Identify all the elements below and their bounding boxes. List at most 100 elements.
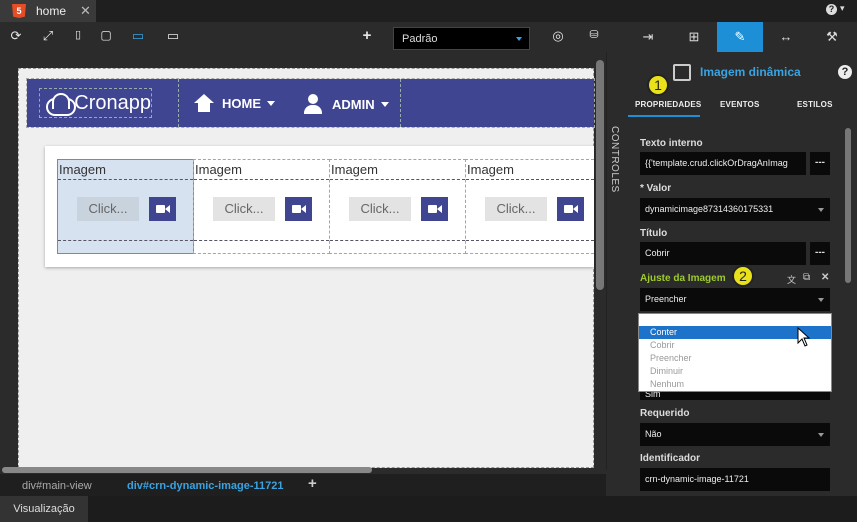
pencil-icon[interactable]: ✎ — [717, 22, 763, 52]
mouse-cursor-icon — [797, 327, 811, 347]
field-label: Texto interno — [640, 138, 703, 149]
annotation-marker-2: 2 — [732, 265, 754, 287]
dynamic-image-component[interactable]: Imagem Click... — [57, 159, 194, 254]
chevron-down-icon — [516, 37, 522, 41]
camera-button[interactable] — [557, 197, 584, 221]
video-camera-icon — [428, 205, 442, 213]
add-icon[interactable]: + — [359, 27, 375, 44]
requerido-value: Não — [645, 429, 662, 439]
editor-tab-bar — [0, 0, 857, 22]
chevron-down-icon — [818, 208, 824, 212]
desktop-icon[interactable]: ▭ — [130, 28, 146, 44]
close-tab-icon[interactable]: ✕ — [80, 3, 91, 19]
tab-home[interactable]: 5 home ✕ — [0, 0, 96, 22]
help-icon[interactable]: ? — [838, 65, 852, 79]
dynamic-image-component[interactable]: Imagem Click... — [329, 159, 466, 254]
exit-icon[interactable]: ⇥ — [625, 22, 671, 52]
caret-down-icon — [267, 100, 275, 106]
logo-text: Cronapp — [74, 91, 151, 114]
arrows-icon[interactable]: ↔ — [763, 22, 809, 52]
breadcrumb-item-active[interactable]: div#crn-dynamic-image-11721 — [127, 480, 284, 492]
database-icon[interactable]: ⛁ — [586, 28, 602, 41]
expand-icon[interactable]: ⤢ — [40, 28, 56, 44]
clear-icon[interactable]: ✕ — [821, 272, 829, 283]
field-label: Título — [640, 228, 668, 239]
field-label-ajuste: Ajuste da Imagem — [640, 273, 726, 284]
nav-home-label: HOME — [222, 95, 261, 111]
dropdown-option[interactable]: Diminuir — [639, 365, 831, 378]
monitor-icon[interactable]: ▭ — [165, 28, 181, 44]
video-camera-icon — [156, 205, 170, 213]
tab-events[interactable]: EVENTOS — [720, 100, 760, 109]
canvas-horizontal-scroll-thumb[interactable] — [2, 467, 372, 473]
active-tab-indicator — [628, 115, 700, 117]
camera-button[interactable] — [149, 197, 176, 221]
dynamic-image-component[interactable]: Imagem Click... — [465, 159, 594, 254]
nav-admin[interactable]: ADMIN — [304, 94, 389, 114]
image-title: Imagem — [331, 162, 378, 177]
mobile-icon[interactable]: ▯ — [70, 28, 86, 41]
component-title: Imagem dinâmica — [700, 65, 801, 79]
status-bar — [0, 496, 857, 522]
click-button[interactable]: Click... — [349, 197, 411, 221]
click-button[interactable]: Click... — [213, 197, 275, 221]
refresh-icon[interactable]: ⟳ — [8, 28, 24, 44]
annotation-marker-1: 1 — [647, 74, 669, 96]
translate-icon[interactable]: 文 — [787, 273, 796, 286]
ajuste-dropdown-list[interactable]: Conter Cobrir Preencher Diminuir Nenhum — [638, 313, 832, 392]
video-camera-icon — [564, 205, 578, 213]
tree-icon[interactable]: ⊞ — [671, 22, 717, 52]
valor-value: dynamicimage87314360175331 — [645, 204, 774, 214]
device-select-value: Padrão — [402, 33, 438, 45]
requerido-select[interactable]: Não — [640, 423, 830, 446]
breadcrumb-item[interactable]: div#main-view — [22, 480, 92, 492]
video-camera-icon — [292, 205, 306, 213]
ajuste-value: Preencher — [645, 294, 687, 304]
texto-interno-input[interactable]: {{'template.crud.clickOrDragAnImag — [640, 152, 806, 175]
titulo-input[interactable]: Cobrir — [640, 242, 806, 265]
field-label: Requerido — [640, 408, 690, 419]
eye-slash-icon[interactable]: ◎ — [550, 28, 566, 44]
chevron-down-icon[interactable]: ▾ — [840, 3, 845, 14]
add-icon[interactable]: + — [308, 475, 317, 492]
identificador-input[interactable]: crn-dynamic-image-11721 — [640, 468, 830, 491]
click-button[interactable]: Click... — [485, 197, 547, 221]
nav-admin-label: ADMIN — [332, 96, 375, 112]
controls-side-tab[interactable]: CONTROLES — [606, 52, 625, 470]
nav-divider — [400, 79, 401, 127]
nav-home[interactable]: HOME — [194, 94, 275, 112]
controls-side-tab-label: CONTROLES — [609, 126, 620, 193]
device-select[interactable]: Padrão — [393, 27, 530, 50]
tools-icon[interactable]: ⚒ — [809, 22, 855, 52]
camera-button[interactable] — [421, 197, 448, 221]
image-icon — [673, 64, 691, 81]
canvas-vertical-scroll-thumb[interactable] — [596, 60, 604, 290]
caret-down-icon — [380, 101, 389, 107]
expand-editor-button[interactable]: --- — [810, 242, 830, 265]
valor-select[interactable]: dynamicimage87314360175331 — [640, 198, 830, 221]
dropdown-option[interactable]: Preencher — [639, 352, 831, 365]
design-canvas[interactable] — [18, 68, 594, 468]
field-label: Identificador — [640, 453, 701, 464]
click-button[interactable]: Click... — [77, 197, 139, 221]
external-link-icon[interactable]: ⧉ — [803, 272, 810, 283]
panel-scrollbar[interactable] — [845, 128, 851, 283]
dropdown-option[interactable]: Nenhum — [639, 378, 831, 391]
cloud-icon — [43, 92, 77, 116]
tab-styles[interactable]: ESTILOS — [797, 100, 833, 109]
dynamic-image-component[interactable]: Imagem Click... — [193, 159, 330, 254]
ajuste-select[interactable]: Preencher — [640, 288, 830, 311]
chevron-down-icon — [818, 433, 824, 437]
image-title: Imagem — [59, 162, 106, 177]
image-title: Imagem — [467, 162, 514, 177]
field-label: * Valor — [640, 183, 672, 194]
app-logo[interactable]: Cronapp — [39, 88, 152, 118]
preview-tab[interactable]: Visualização — [0, 496, 88, 522]
tab-properties[interactable]: PROPRIEDADES — [635, 100, 701, 109]
help-icon[interactable]: ? — [826, 4, 837, 15]
expand-editor-button[interactable]: --- — [810, 152, 830, 175]
home-icon — [194, 94, 214, 112]
tablet-icon[interactable]: ▢ — [98, 28, 114, 42]
camera-button[interactable] — [285, 197, 312, 221]
tab-label: home — [36, 4, 67, 18]
